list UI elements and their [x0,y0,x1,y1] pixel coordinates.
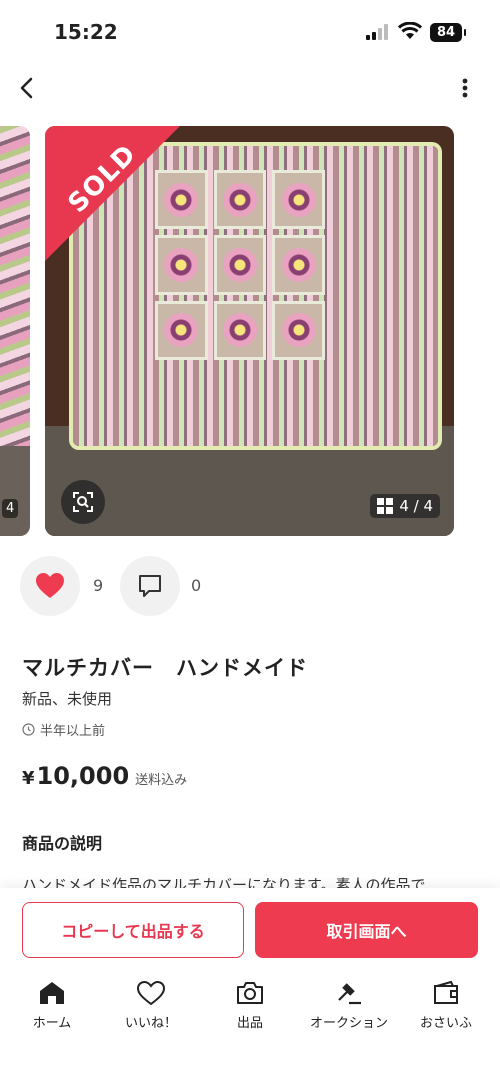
clock-icon [22,723,35,736]
shipping-note: 送料込み [135,773,188,788]
battery-indicator: 84 [430,23,466,42]
photo-granny-squares [155,170,325,360]
tab-auction-label: オークション [309,1016,388,1031]
tab-sell[interactable]: 出品 [202,980,298,1031]
likes-count: 9 [93,576,104,595]
currency-symbol: ¥ [22,768,35,789]
grid-icon [377,498,394,514]
price-block: ¥ 10,000 送料込み [22,762,187,790]
trade-screen-button[interactable]: 取引画面へ [255,902,478,958]
gavel-icon [338,983,361,1005]
description-heading: 商品の説明 [22,834,103,853]
tab-bar: ホーム いいね！ 出品 オークション おさいふ [0,980,500,1040]
item-title: マルチカバー ハンドメイド [22,656,308,680]
posted-time: 半年以上前 [22,720,105,739]
comment-button[interactable] [120,556,180,616]
wifi-icon [398,22,422,39]
wallet-icon [434,980,458,1004]
tab-wallet[interactable]: おさいふ [398,980,494,1031]
back-arrow-icon[interactable] [14,74,42,102]
tab-wallet-label: おさいふ [419,1016,472,1031]
cellular-signal-icon [366,24,388,40]
photo-carousel[interactable]: 4 SOLD 4 / 4 [0,126,500,536]
copy-listing-button[interactable]: コピーして出品する [22,902,244,958]
tab-home[interactable]: ホーム [4,980,100,1031]
image-search-icon [73,492,93,512]
status-time: 15:22 [54,20,118,44]
image-search-button[interactable] [61,480,105,524]
tab-home-label: ホーム [32,1016,72,1031]
home-icon [40,982,64,1004]
previous-photo[interactable]: 4 [0,126,30,536]
like-button[interactable] [20,556,80,616]
bottom-bar: コピーして出品する 取引画面へ ホーム いいね！ 出品 オークション おさいふ [0,888,500,1080]
more-options-icon[interactable] [452,74,478,102]
comment-icon [139,575,161,597]
camera-icon [237,982,263,1004]
product-photo[interactable]: SOLD 4 / 4 [45,126,454,536]
tab-likes-label: いいね！ [124,1016,177,1031]
status-bar: 15:22 84 [0,0,500,62]
photo-counter-badge: 4 / 4 [370,494,440,518]
engagement-actions: 9 0 [20,556,320,618]
comments-count: 0 [191,576,202,595]
heart-filled-icon [36,573,64,598]
heart-outline-icon [136,980,166,1006]
item-price: 10,000 [36,762,130,790]
previous-photo-counter: 4 [2,499,19,518]
top-nav [0,62,500,116]
tab-sell-label: 出品 [236,1016,263,1031]
photo-counter: 4 / 4 [399,497,433,515]
item-condition: 新品、未使用 [22,690,113,708]
tab-likes[interactable]: いいね！ [103,980,199,1031]
posted-ago: 半年以上前 [40,724,106,739]
tab-auction[interactable]: オークション [301,980,397,1031]
